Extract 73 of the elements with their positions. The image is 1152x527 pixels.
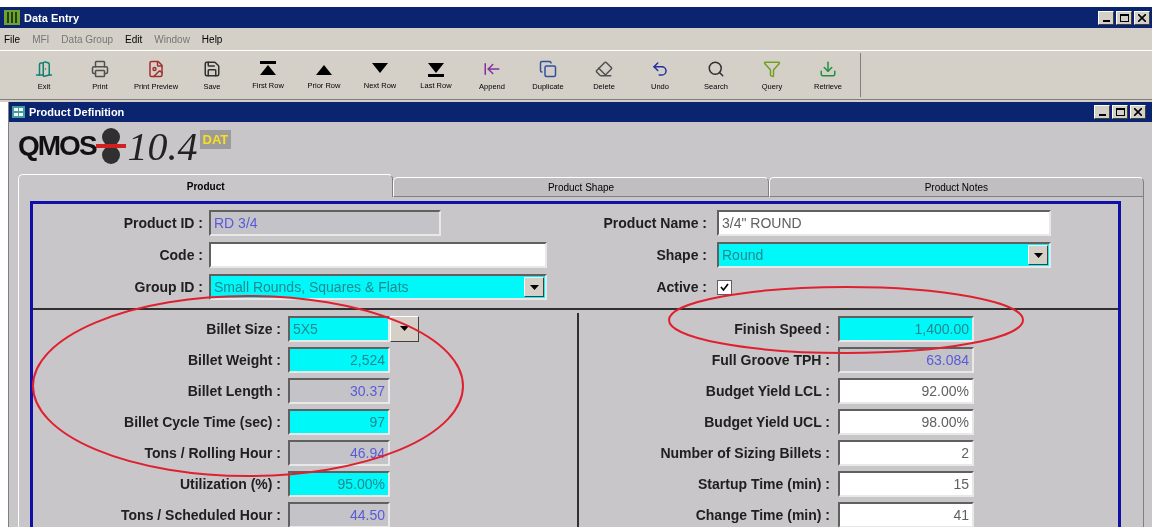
- field-label: Finish Speed :: [733, 320, 830, 337]
- field-label: Billet Weight :: [186, 351, 281, 368]
- menu-item[interactable]: Edit: [125, 33, 143, 45]
- funnel-icon: [763, 59, 781, 78]
- logo-drawing: [95, 126, 126, 166]
- field-label: Number of Sizing Billets :: [659, 444, 830, 461]
- minimize-icon: [1102, 19, 1110, 22]
- input-field[interactable]: 41: [838, 501, 974, 527]
- image-file-icon: [147, 59, 165, 78]
- field-label: Startup Time (min) :: [697, 475, 830, 492]
- logo-badge: DAT: [199, 130, 232, 149]
- field-label: Tons / Scheduled Hour :: [120, 506, 281, 523]
- field-label: Group ID :: [133, 279, 203, 295]
- close-icon: [1138, 13, 1146, 22]
- eraser-icon: [595, 59, 613, 78]
- window-title: Data Entry: [24, 11, 81, 24]
- input-field[interactable]: 2: [838, 439, 974, 466]
- field-label: Budget Yield UCL :: [703, 413, 830, 430]
- undo-icon: [651, 59, 669, 78]
- logo-text: QMOS: [18, 130, 96, 162]
- field-label: Shape :: [655, 247, 707, 263]
- triangle-up-bar-icon: [258, 60, 278, 77]
- input-field[interactable]: [209, 242, 547, 268]
- dropdown-button[interactable]: [390, 315, 419, 342]
- save-icon: [203, 59, 221, 78]
- grid-icon: [12, 106, 25, 118]
- field-label: Product Name :: [602, 215, 707, 231]
- field-label: Full Groove TPH :: [710, 351, 830, 368]
- field-label: Code :: [158, 247, 203, 263]
- minimize-button[interactable]: [1098, 10, 1114, 25]
- close-button[interactable]: [1130, 105, 1146, 119]
- search-icon: [707, 59, 725, 78]
- caret-icon: [400, 326, 409, 331]
- menu-item[interactable]: File: [4, 33, 21, 45]
- door-icon: [35, 59, 53, 78]
- printer-icon: [91, 59, 109, 78]
- field-label: Active :: [655, 279, 707, 295]
- input-field[interactable]: 3/4" ROUND: [717, 210, 1051, 236]
- check-icon: [720, 282, 729, 292]
- dropdown-button[interactable]: [524, 277, 544, 297]
- dropdown-button[interactable]: [1028, 245, 1048, 265]
- maximize-icon: [1115, 108, 1125, 116]
- tab[interactable]: Product Shape: [393, 177, 769, 197]
- field-label: Billet Cycle Time (sec) :: [123, 413, 281, 430]
- close-button[interactable]: [1134, 10, 1150, 25]
- input-field[interactable]: 98.00%: [838, 408, 974, 435]
- input-field[interactable]: 92.00%: [838, 377, 974, 404]
- field-label: Billet Size :: [205, 320, 281, 337]
- field-label: Billet Length :: [186, 382, 281, 399]
- close-icon: [1134, 108, 1142, 116]
- field-label: Tons / Rolling Hour :: [143, 444, 281, 461]
- maximize-icon: [1119, 13, 1129, 22]
- checkbox[interactable]: [717, 279, 732, 295]
- app-icon: [4, 10, 20, 25]
- caret-icon: [1033, 252, 1043, 258]
- input-field[interactable]: 15: [838, 470, 974, 497]
- field-label: Utilization (%) :: [178, 475, 281, 492]
- copy-icon: [539, 59, 557, 78]
- tab[interactable]: Product Notes: [768, 177, 1144, 197]
- maximize-button[interactable]: [1112, 105, 1128, 119]
- field-label: Budget Yield LCL :: [704, 382, 830, 399]
- minimize-icon: [1098, 114, 1106, 116]
- download-icon: [819, 59, 837, 78]
- window-title: Product Definition: [29, 106, 126, 118]
- logo-version: 10.4: [127, 122, 198, 170]
- triangle-down-bar-icon: [426, 60, 446, 77]
- caret-icon: [529, 284, 539, 290]
- menu-item[interactable]: Help: [201, 33, 223, 45]
- tab[interactable]: Product: [18, 174, 394, 197]
- maximize-button[interactable]: [1116, 10, 1132, 25]
- minimize-button[interactable]: [1094, 105, 1110, 119]
- field-label: Change Time (min) :: [694, 506, 830, 523]
- field-label: Product ID :: [122, 215, 203, 231]
